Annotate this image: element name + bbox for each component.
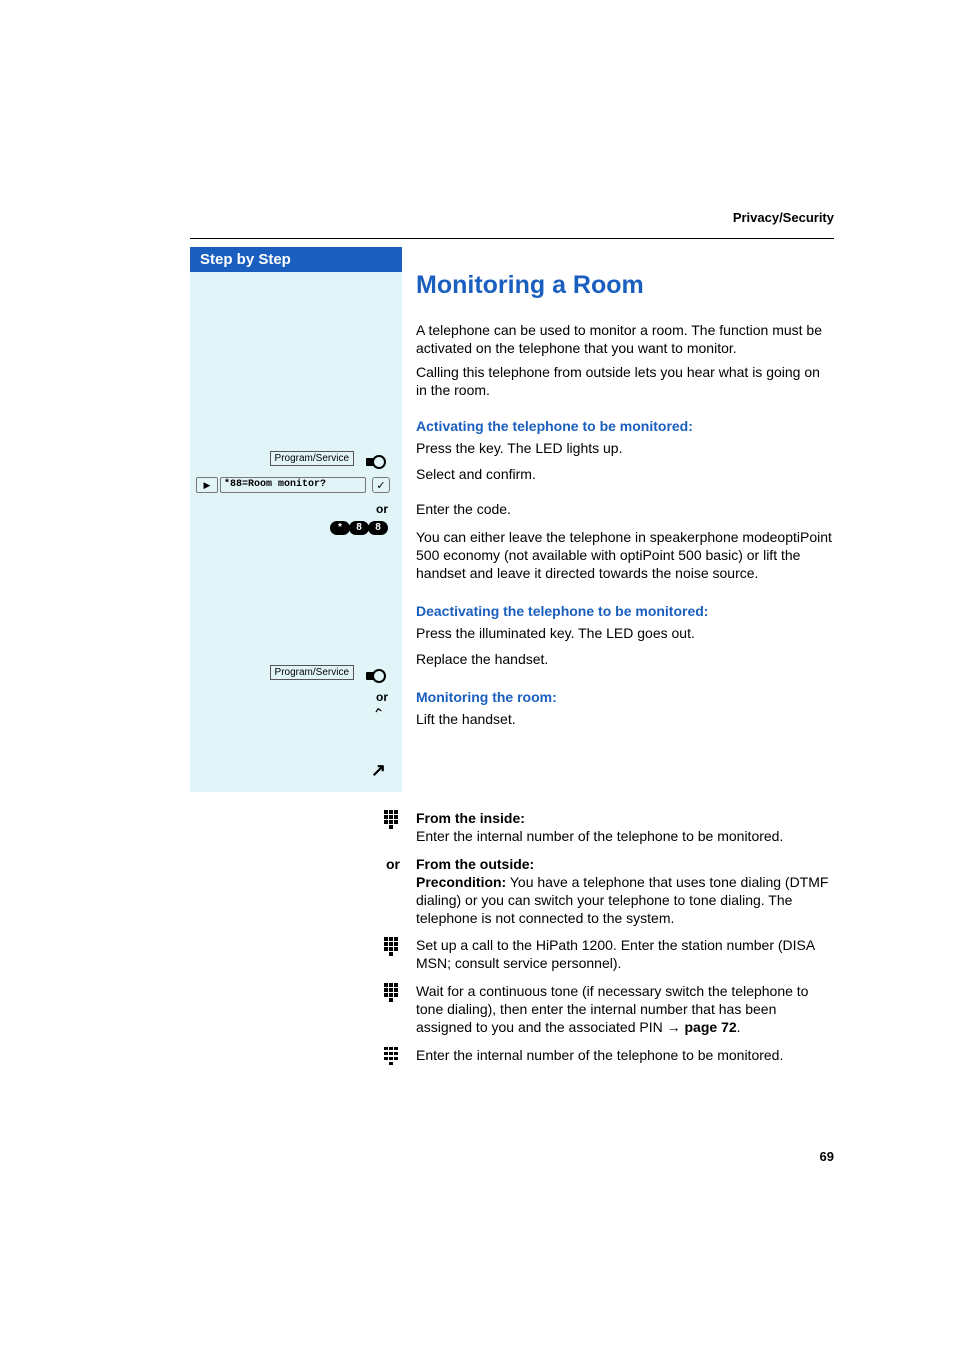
lower-or: or [386,856,400,872]
setup-call-text: Set up a call to the HiPath 1200. Enter … [416,937,834,973]
handset-down-icon: ⌃ [372,704,388,724]
key-8b: 8 [368,521,388,535]
deactivating-heading: Deactivating the telephone to be monitor… [416,603,834,619]
section-title: Monitoring a Room [416,271,834,300]
page-number: 69 [820,1149,834,1164]
speakerphone-note: You can either leave the telephone in sp… [416,529,834,583]
step-by-step-sidebar: Step by Step Program/Service ▶ *88=Room … [190,247,402,792]
activating-heading: Activating the telephone to be monitored… [416,418,834,434]
led-key-icon [366,453,386,471]
keypad-icon [384,810,400,826]
step-press-illuminated: Press the illuminated key. The LED goes … [416,625,834,643]
step-select-confirm: Select and confirm. [416,466,834,484]
confirm-check-icon: ✓ [372,477,390,493]
sidebar-or-1: or [196,502,396,516]
program-service-key-label: Program/Service [270,451,354,466]
sidebar-or-2: or [196,690,396,704]
header-rule [190,238,834,239]
program-service-key-label-2: Program/Service [270,665,354,680]
breadcrumb: Privacy/Security [190,210,834,225]
from-outside-label: From the outside: [416,856,534,872]
period: . [737,1019,741,1035]
led-key-icon-2 [366,667,386,685]
code-keys: *88 [196,517,396,535]
page-link-72[interactable]: → page 72 [667,1019,737,1035]
intro-paragraph-2: Calling this telephone from outside lets… [416,364,834,400]
continuous-tone-text: Wait for a continuous tone (if necessary… [416,983,808,1035]
lower-instructions: From the inside: Enter the internal numb… [190,810,834,1065]
keypad-icon [384,983,400,999]
keypad-icon [384,937,400,953]
step-enter-code: Enter the code. [416,501,834,519]
lcd-option-text: *88=Room monitor? [220,477,366,493]
nav-arrow-icon: ▶ [196,477,218,493]
step-replace-handset: Replace the handset. [416,651,834,669]
monitoring-heading: Monitoring the room: [416,689,834,705]
main-content: Monitoring a Room A telephone can be use… [416,247,834,792]
sidebar-title: Step by Step [190,247,402,272]
keypad-icon [384,1047,400,1063]
precondition-label: Precondition: [416,874,506,890]
key-star: * [330,521,350,535]
enter-internal-number-text: Enter the internal number of the telepho… [416,1047,834,1065]
key-8a: 8 [349,521,369,535]
intro-paragraph-1: A telephone can be used to monitor a roo… [416,322,834,358]
handset-up-icon: ↗ [371,760,386,781]
step-press-key: Press the key. The LED lights up. [416,440,834,458]
from-inside-text: Enter the internal number of the telepho… [416,828,783,844]
step-lift-handset: Lift the handset. [416,711,834,729]
from-inside-label: From the inside: [416,810,525,826]
